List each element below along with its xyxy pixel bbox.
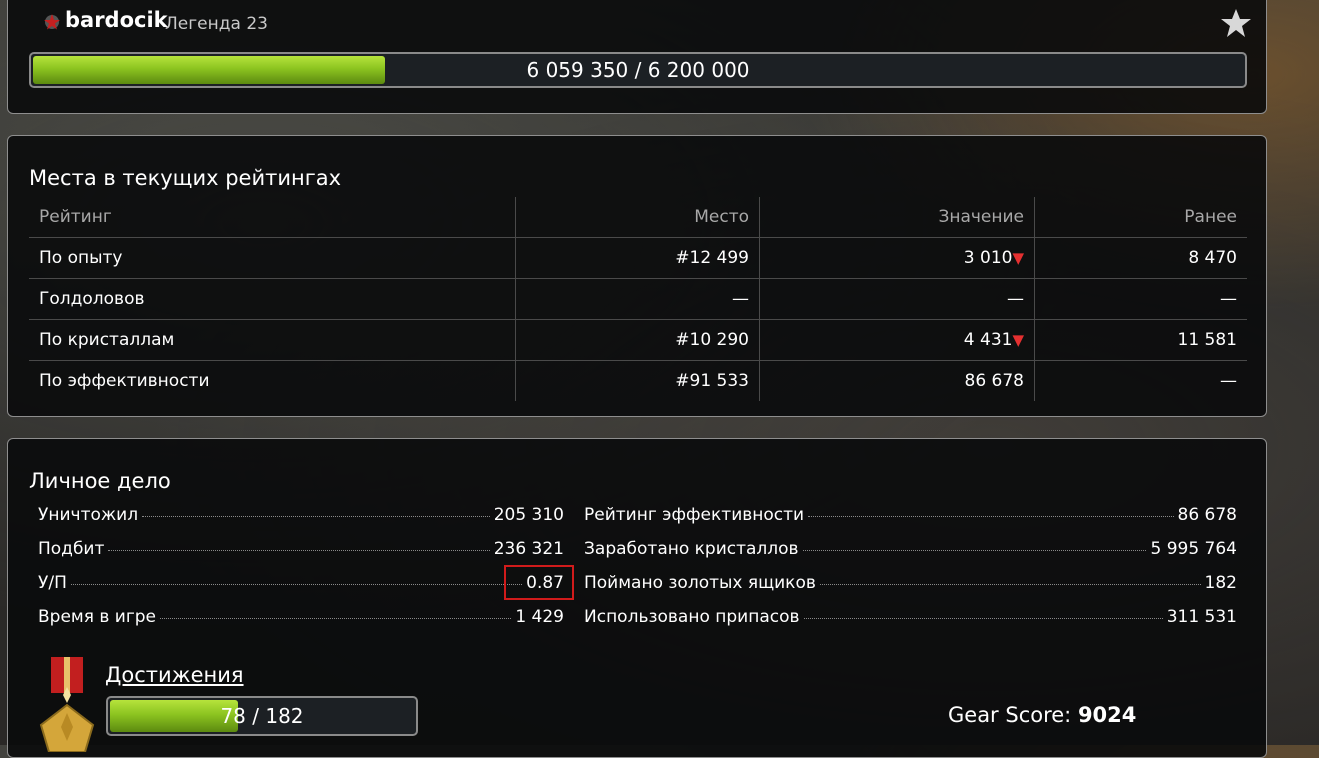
stat-row: Уничтожил 205 310	[38, 505, 564, 539]
stat-label: Подбит	[38, 539, 105, 559]
down-arrow-icon: ▼	[1012, 331, 1024, 349]
rating-value: —	[1007, 289, 1024, 309]
personal-record-panel: Личное дело Уничтожил 205 310 Подбит 236 3…	[7, 438, 1267, 758]
rating-value-cell: 4 431▼	[759, 319, 1035, 361]
down-arrow-icon: ▼	[1012, 249, 1024, 267]
rating-place: #12 499	[515, 237, 760, 279]
stat-row: Заработано кристаллов 5 995 764	[584, 539, 1237, 573]
gear-score-value: 9024	[1077, 703, 1137, 727]
stat-value: 5 995 764	[1150, 539, 1237, 559]
rating-place: —	[515, 278, 760, 320]
stat-row: У/П 0.87	[38, 573, 564, 607]
stat-label: Рейтинг эффективности	[584, 505, 805, 525]
stat-value: 182	[1204, 573, 1237, 593]
rating-value: 3 010	[963, 248, 1013, 268]
stats-left-column: Уничтожил 205 310 Подбит 236 321 У/П 0.87 В…	[38, 505, 564, 641]
gear-score-label: Gear Score:	[948, 703, 1078, 727]
rating-name: Голдоловов	[29, 278, 516, 320]
achievements-progress-bar: 78 / 182	[106, 696, 418, 736]
ratings-panel: Места в текущих рейтингах Рейтинг Место …	[7, 135, 1267, 417]
stat-value: 311 531	[1166, 607, 1237, 627]
rank-title: Легенда 23	[165, 14, 268, 34]
username: bardocik	[65, 8, 168, 32]
header-value: Значение	[759, 197, 1035, 238]
ratings-header-row: Рейтинг Место Значение Ранее	[29, 197, 1247, 238]
star-icon[interactable]	[1219, 6, 1253, 40]
stat-label: Поймано золотых ящиков	[584, 573, 816, 593]
stat-value: 1 429	[515, 607, 564, 627]
stat-row: Рейтинг эффективности 86 678	[584, 505, 1237, 539]
experience-progress-text: 6 059 350 / 6 200 000	[526, 58, 750, 82]
rating-name: По эффективности	[29, 360, 516, 401]
rating-value-cell: —	[759, 278, 1035, 320]
stat-label: Использовано припасов	[584, 607, 800, 627]
profile-header-panel: bardocik Легенда 23 6 059 350 / 6 200 00…	[7, 0, 1267, 114]
table-row: По опыту #12 499 3 010▼ 8 470	[29, 237, 1247, 279]
stat-value: 205 310	[493, 505, 564, 525]
rating-previous: —	[1220, 371, 1237, 391]
rating-value-cell: 86 678	[759, 360, 1035, 401]
experience-progress-bar: 6 059 350 / 6 200 000	[29, 52, 1247, 88]
stat-value: 236 321	[493, 539, 564, 559]
stat-row: Подбит 236 321	[38, 539, 564, 573]
rating-previous: —	[1034, 278, 1247, 320]
personal-title: Личное дело	[29, 469, 171, 493]
rating-place: #91 533	[515, 360, 760, 401]
rating-name: По опыту	[29, 237, 516, 279]
stat-label: Время в игре	[38, 607, 157, 627]
stat-value: 86 678	[1177, 505, 1237, 525]
stats-right-column: Рейтинг эффективности 86 678 Заработано к…	[584, 505, 1237, 641]
ratings-table: Рейтинг Место Значение Ранее По опыту #1…	[29, 197, 1247, 401]
table-row: По эффективности #91 533 86 678 —	[29, 360, 1247, 401]
stat-label: Уничтожил	[38, 505, 139, 525]
header-place: Место	[515, 197, 760, 238]
medal-icon	[39, 657, 95, 752]
rating-place: #10 290	[515, 319, 760, 361]
table-row: По кристаллам #10 290 4 431▼ 11 581	[29, 319, 1247, 361]
rating-name: По кристаллам	[29, 319, 516, 361]
header-previous: Ранее	[1034, 197, 1247, 238]
stat-row: Поймано золотых ящиков 182	[584, 573, 1237, 607]
kd-ratio-highlight	[504, 565, 574, 600]
rating-previous: 11 581	[1034, 319, 1247, 361]
rating-value: 4 431	[963, 330, 1013, 350]
stat-label: Заработано кристаллов	[584, 539, 799, 559]
gear-score: Gear Score: 9024	[948, 703, 1136, 727]
rank-star-icon	[44, 14, 60, 30]
ratings-title: Места в текущих рейтингах	[29, 166, 342, 190]
achievements-progress-text: 78 / 182	[220, 704, 304, 728]
table-row: Голдоловов — — —	[29, 278, 1247, 320]
stat-row: Время в игре 1 429	[38, 607, 564, 641]
stat-label: У/П	[38, 573, 67, 593]
rating-previous: 8 470	[1034, 237, 1247, 279]
rating-value-cell: 3 010▼	[759, 237, 1035, 279]
rating-value: 86 678	[964, 371, 1024, 391]
header-rating: Рейтинг	[29, 197, 516, 238]
achievements-link[interactable]: Достижения	[105, 663, 244, 687]
stat-row: Использовано припасов 311 531	[584, 607, 1237, 641]
